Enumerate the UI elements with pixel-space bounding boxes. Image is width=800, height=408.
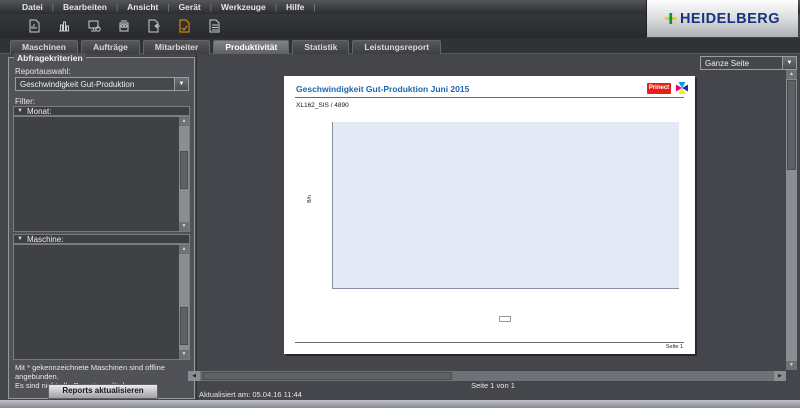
menu-item-gert[interactable]: Gerät	[179, 2, 201, 12]
heidelberg-logo: HEIDELBERG	[680, 11, 780, 27]
monitor-gear-button[interactable]	[85, 17, 103, 35]
title-rule	[295, 97, 684, 98]
offline-note-line1: Mit * gekennzeichnete Maschinen sind off…	[15, 363, 191, 381]
scroll-down-icon[interactable]: ▼	[786, 361, 797, 370]
machine-list-scrollbar[interactable]: ▲ ▼	[179, 245, 189, 359]
chevron-down-icon[interactable]: ▼	[782, 57, 796, 69]
report-select-label: Reportauswahl:	[15, 67, 71, 76]
refresh-reports-button[interactable]: Reports aktualisieren	[48, 384, 158, 399]
chart-legend	[332, 316, 678, 322]
month-section-label: Monat:	[27, 107, 51, 116]
menu-separator: |	[313, 2, 315, 12]
chevron-down-icon[interactable]: ▼	[174, 78, 188, 90]
tab-produktivitt[interactable]: Produktivität	[213, 40, 289, 54]
report-edit-button[interactable]	[175, 17, 193, 35]
page-zoom-select[interactable]: Ganze Seite ▼	[700, 56, 797, 70]
prinect-pinwheel-icon	[675, 81, 689, 95]
filter-label: Filter:	[15, 97, 35, 106]
menu-separator: |	[52, 2, 54, 12]
document-import-icon	[146, 18, 162, 34]
scroll-down-icon[interactable]: ▼	[179, 222, 189, 231]
machine-list: ▲ ▼	[13, 244, 190, 360]
machine-section-header[interactable]: ▼ Maschine:	[13, 234, 190, 244]
month-list: ▲ ▼	[13, 116, 190, 232]
window-resize-strip	[0, 400, 800, 408]
menu-separator: |	[167, 2, 169, 12]
toolbar	[0, 14, 646, 38]
brand-plate: HEIDELBERG	[646, 0, 798, 37]
tab-leistungsreport[interactable]: Leistungsreport	[352, 40, 441, 54]
preview-vertical-scrollbar[interactable]: ▲ ▼	[786, 70, 797, 370]
menu-separator: |	[210, 2, 212, 12]
legend-box	[499, 316, 511, 322]
monitor-gear-icon	[86, 18, 102, 34]
scrollbar-thumb[interactable]	[180, 151, 188, 189]
menu-separator: |	[116, 2, 118, 12]
heidelberg-cross-icon	[665, 12, 677, 25]
spreadsheet-button[interactable]	[205, 17, 223, 35]
document-import-button[interactable]	[145, 17, 163, 35]
menu-item-werkzeuge[interactable]: Werkzeuge	[221, 2, 266, 12]
y-axis-label: B/h	[307, 195, 313, 203]
report-edit-icon	[176, 18, 192, 34]
month-list-scrollbar[interactable]: ▲ ▼	[179, 117, 189, 231]
page-zoom-value: Ganze Seite	[701, 59, 782, 68]
query-criteria-panel: Abfragekriterien Reportauswahl: Geschwin…	[8, 57, 195, 399]
scroll-left-icon[interactable]: ◀	[188, 371, 200, 381]
page-status: Seite 1 von 1	[196, 381, 790, 390]
report-subtitle: XL162_SIS / 4890	[296, 102, 349, 109]
report-title: Geschwindigkeit Gut-Produktion Juni 2015	[296, 84, 469, 94]
report-document-button[interactable]	[25, 17, 43, 35]
spreadsheet-icon	[206, 18, 222, 34]
report-document-icon	[26, 18, 42, 34]
bar-chart-button[interactable]	[55, 17, 73, 35]
preview-horizontal-scrollbar[interactable]: ◀ ▶	[188, 371, 786, 381]
chart-plot-area	[332, 122, 679, 289]
collapse-triangle-icon: ▼	[17, 236, 23, 242]
printing-press-icon	[116, 18, 132, 34]
bar-chart-icon	[56, 18, 72, 34]
month-section-header[interactable]: ▼ Monat:	[13, 106, 190, 116]
menu-separator: |	[275, 2, 277, 12]
scroll-up-icon[interactable]: ▲	[179, 245, 189, 254]
report-select[interactable]: Geschwindigkeit Gut-Produktion ▼	[15, 77, 189, 91]
prinect-badge: Prinect	[647, 83, 671, 94]
printing-press-button[interactable]	[115, 17, 133, 35]
menu-item-hilfe[interactable]: Hilfe	[286, 2, 304, 12]
scrollbar-thumb[interactable]	[180, 307, 188, 345]
tab-auftrge[interactable]: Aufträge	[81, 40, 140, 54]
footer-rule	[295, 342, 684, 343]
collapse-triangle-icon: ▼	[17, 108, 23, 114]
scroll-up-icon[interactable]: ▲	[786, 70, 797, 79]
scrollbar-thumb[interactable]	[787, 80, 796, 170]
updated-status: Aktualisiert am: 05.04.16 11:44	[199, 390, 302, 399]
report-page-number: Seite 1	[284, 344, 683, 350]
report-page: Geschwindigkeit Gut-Produktion Juni 2015…	[284, 76, 695, 354]
menu-item-ansicht[interactable]: Ansicht	[127, 2, 158, 12]
tab-strip: MaschinenAufträgeMitarbeiterProduktivitä…	[0, 38, 800, 54]
tab-maschinen[interactable]: Maschinen	[10, 40, 78, 54]
scrollbar-thumb[interactable]	[202, 372, 452, 380]
scroll-up-icon[interactable]: ▲	[179, 117, 189, 126]
tabs: MaschinenAufträgeMitarbeiterProduktivitä…	[10, 40, 441, 54]
scroll-down-icon[interactable]: ▼	[179, 350, 189, 359]
menu-item-datei[interactable]: Datei	[22, 2, 43, 12]
tab-mitarbeiter[interactable]: Mitarbeiter	[143, 40, 210, 54]
panel-title: Abfragekriterien	[14, 53, 86, 63]
machine-section-label: Maschine:	[27, 235, 63, 244]
scroll-right-icon[interactable]: ▶	[774, 371, 786, 381]
report-select-value: Geschwindigkeit Gut-Produktion	[16, 80, 174, 89]
tab-statistik[interactable]: Statistik	[292, 40, 349, 54]
menu-item-bearbeiten[interactable]: Bearbeiten	[63, 2, 107, 12]
